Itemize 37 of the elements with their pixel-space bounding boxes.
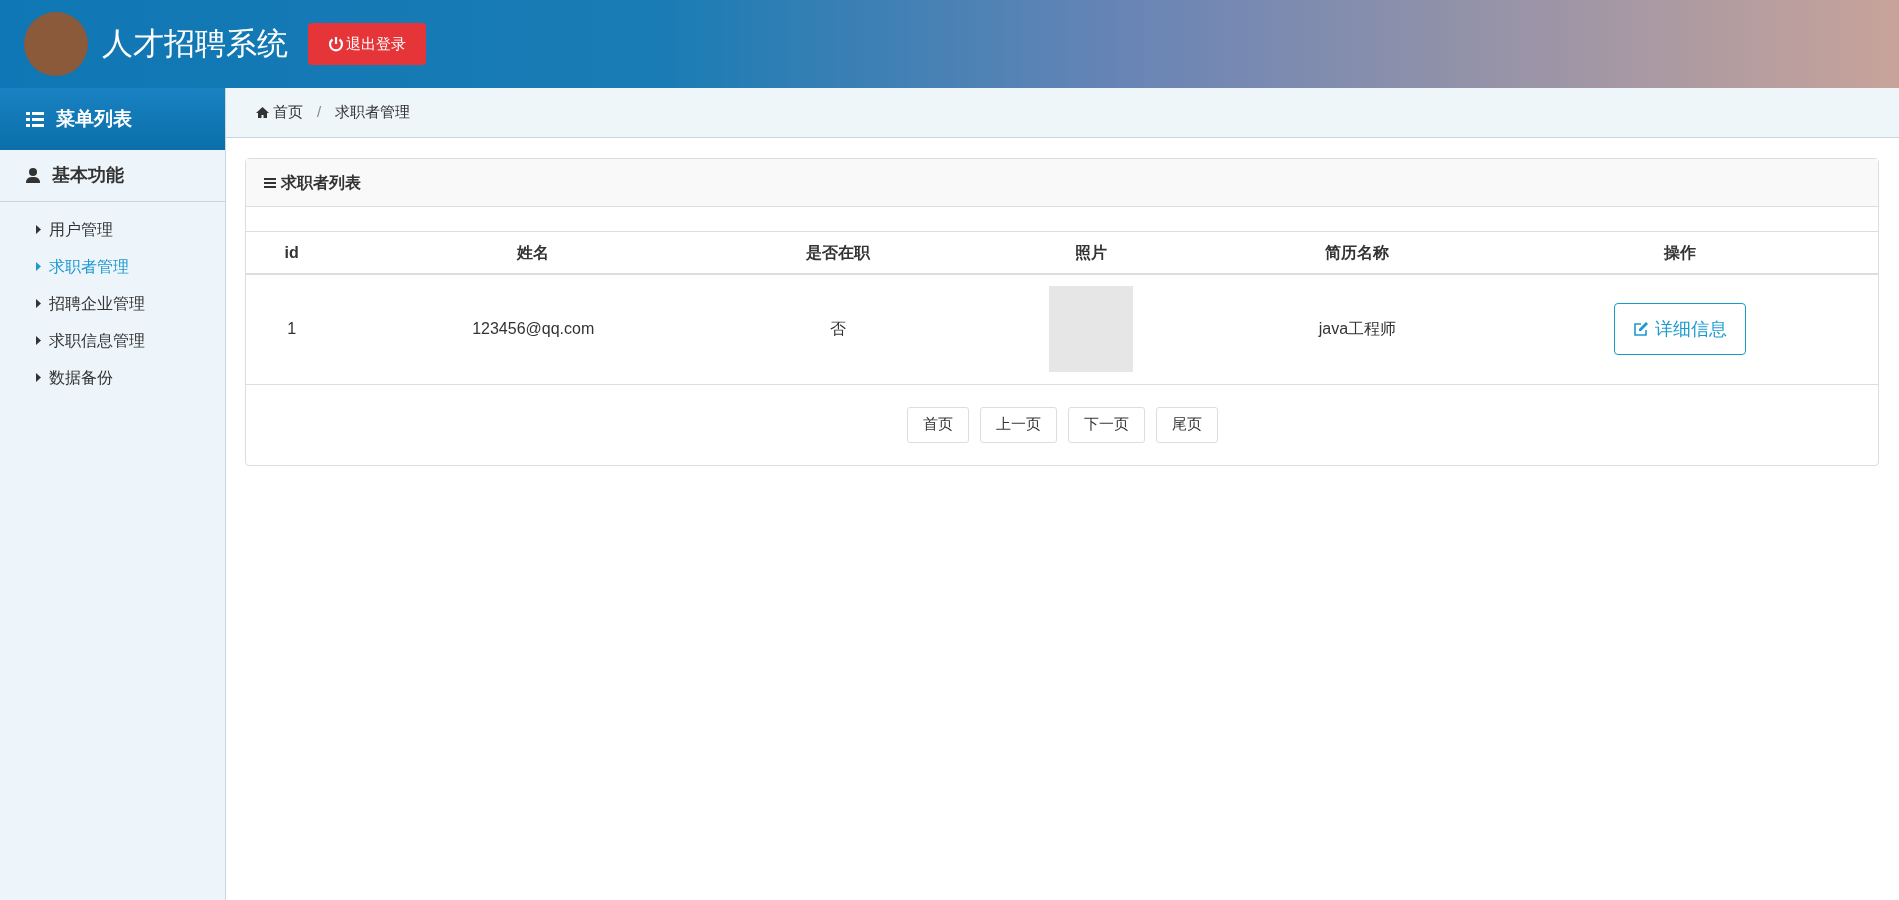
system-title: 人才招聘系统 (102, 24, 288, 63)
sidebar-item[interactable]: 招聘企业管理 (0, 285, 151, 322)
caret-icon (36, 299, 41, 308)
panel-title: 求职者列表 (281, 172, 361, 193)
page-button[interactable]: 下一页 (1067, 406, 1145, 443)
edit-icon (1632, 321, 1649, 338)
home-icon (256, 107, 269, 118)
column-header: 简历名称 (1233, 232, 1482, 274)
caret-icon (36, 225, 41, 234)
column-header: id (246, 232, 338, 274)
page-button[interactable]: 尾页 (1155, 406, 1218, 443)
column-header: 操作 (1481, 232, 1878, 274)
column-header: 姓名 (337, 232, 730, 274)
page-button[interactable]: 上一页 (979, 406, 1057, 443)
caret-icon (36, 336, 41, 345)
table-cell: 123456@qq.com (337, 274, 730, 384)
list-icon (26, 111, 44, 127)
column-header: 是否在职 (729, 232, 948, 274)
section-title: 基本功能 (52, 164, 124, 187)
caret-icon (36, 373, 41, 382)
breadcrumb-current: 求职者管理 (335, 102, 411, 123)
column-header: 照片 (947, 232, 1234, 274)
table-cell: 1 (246, 274, 338, 384)
logout-button[interactable]: 退出登录 (308, 23, 426, 65)
caret-icon (36, 262, 41, 271)
sidebar-item[interactable]: 求职信息管理 (0, 322, 151, 359)
menu-title: 菜单列表 (56, 106, 132, 131)
sidebar-item[interactable]: 数据备份 (0, 359, 119, 396)
page-button[interactable]: 首页 (906, 406, 969, 443)
sidebar-item[interactable]: 用户管理 (0, 211, 119, 248)
table-cell: java工程师 (1233, 274, 1482, 384)
menu-icon (264, 177, 276, 188)
table-cell: 否 (729, 274, 948, 384)
breadcrumb-link[interactable]: 首页 (256, 101, 303, 124)
breadcrumb-separator: / (317, 102, 322, 123)
power-icon (328, 36, 344, 52)
user-icon (26, 168, 40, 183)
